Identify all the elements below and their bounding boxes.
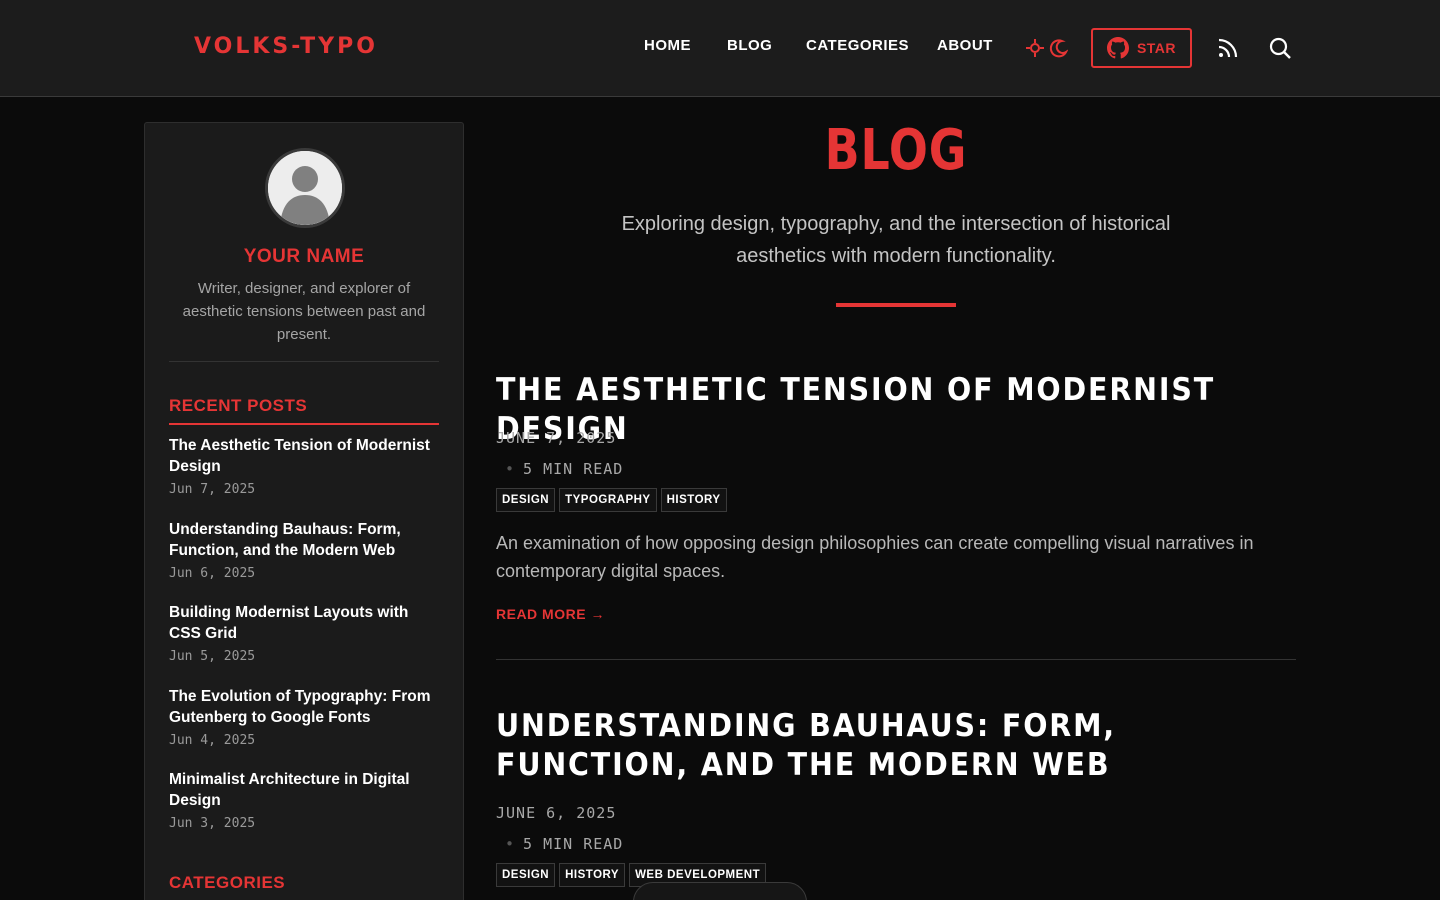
page-description: Exploring design, typography, and the in… xyxy=(621,213,1171,267)
nav-about[interactable]: ABOUT xyxy=(937,37,993,54)
moon-icon xyxy=(1049,39,1068,58)
sun-icon xyxy=(1026,39,1044,57)
post-read-time: • 5 MIN READ xyxy=(505,460,623,478)
recent-post-date: Jun 7, 2025 xyxy=(169,482,256,497)
tag-design[interactable]: DESIGN xyxy=(496,488,556,512)
search-icon[interactable] xyxy=(1268,36,1292,60)
post-date: JUNE 7, 2025 xyxy=(496,429,617,447)
github-star-button[interactable]: STAR xyxy=(1091,28,1192,68)
nav-blog[interactable]: BLOG xyxy=(727,37,772,54)
title-underline xyxy=(836,303,956,307)
star-label: STAR xyxy=(1136,40,1177,56)
recent-post-title[interactable]: The Aesthetic Tension of Modernist Desig… xyxy=(169,435,439,477)
bullet-icon: • xyxy=(505,460,516,478)
read-time-text: 5 MIN READ xyxy=(523,835,624,853)
page-title: BLOG xyxy=(824,118,968,183)
recent-post-date: Jun 5, 2025 xyxy=(169,649,256,664)
floating-toolbar[interactable] xyxy=(633,882,807,900)
recent-post-item[interactable]: Understanding Bauhaus: Form, Function, a… xyxy=(169,519,439,603)
recent-post-item[interactable]: The Evolution of Typography: From Gutenb… xyxy=(169,686,439,770)
post-read-time: • 5 MIN READ xyxy=(505,835,623,853)
rss-icon[interactable] xyxy=(1216,36,1240,60)
read-more-link[interactable]: READ MORE → xyxy=(496,606,605,622)
nav-home[interactable]: HOME xyxy=(644,37,691,54)
post-excerpt: An examination of how opposing design ph… xyxy=(496,533,1254,581)
profile-name: YOUR NAME xyxy=(243,246,365,267)
sidebar: YOUR NAME Writer, designer, and explorer… xyxy=(144,122,464,900)
profile-bio: Writer, designer, and explorer of aesthe… xyxy=(182,280,426,343)
nav-categories[interactable]: CATEGORIES xyxy=(806,37,909,54)
site-logo[interactable]: VOLKS-TYPO xyxy=(194,34,378,59)
github-icon xyxy=(1106,37,1129,59)
toolbar-tool-icon[interactable] xyxy=(646,889,666,900)
recent-post-title[interactable]: The Evolution of Typography: From Gutenb… xyxy=(169,686,439,728)
recent-post-date: Jun 3, 2025 xyxy=(169,816,256,831)
tag-history[interactable]: HISTORY xyxy=(559,863,626,887)
site-header: VOLKS-TYPO HOME BLOG CATEGORIES ABOUT ST… xyxy=(0,0,1440,97)
categories-heading: CATEGORIES xyxy=(169,873,439,900)
tag-design[interactable]: DESIGN xyxy=(496,863,556,887)
post-tags: DESIGN TYPOGRAPHY HISTORY xyxy=(496,488,727,512)
toolbar-tool-icon[interactable] xyxy=(689,889,709,900)
post-divider xyxy=(496,659,1296,660)
recent-post-date: Jun 4, 2025 xyxy=(169,732,256,748)
recent-posts-list: The Aesthetic Tension of Modernist Desig… xyxy=(169,435,439,853)
theme-toggle[interactable] xyxy=(1024,35,1070,61)
avatar xyxy=(265,148,345,228)
tag-typography[interactable]: TYPOGRAPHY xyxy=(559,488,657,512)
toolbar-menu-icon[interactable] xyxy=(732,889,752,900)
bullet-icon: • xyxy=(505,835,516,853)
toolbar-settings-icon[interactable] xyxy=(775,889,795,900)
recent-post-title[interactable]: Understanding Bauhaus: Form, Function, a… xyxy=(169,519,439,561)
recent-post-date: Jun 6, 2025 xyxy=(169,565,256,581)
recent-post-title[interactable]: Building Modernist Layouts with CSS Grid xyxy=(169,602,439,644)
user-icon xyxy=(268,151,342,225)
sidebar-divider xyxy=(169,361,439,362)
recent-post-title[interactable]: Minimalist Architecture in Digital Desig… xyxy=(169,769,439,811)
recent-posts-heading: RECENT POSTS xyxy=(169,396,439,425)
recent-post-item[interactable]: The Aesthetic Tension of Modernist Desig… xyxy=(169,435,439,519)
read-time-text: 5 MIN READ xyxy=(523,460,624,478)
recent-post-item[interactable]: Building Modernist Layouts with CSS Grid… xyxy=(169,602,439,686)
post-date: JUNE 6, 2025 xyxy=(496,804,617,822)
tag-history[interactable]: HISTORY xyxy=(660,488,727,512)
recent-post-item[interactable]: Minimalist Architecture in Digital Desig… xyxy=(169,769,439,853)
post-title[interactable]: UNDERSTANDING BAUHAUS: FORM, FUNCTION, A… xyxy=(496,707,1250,785)
